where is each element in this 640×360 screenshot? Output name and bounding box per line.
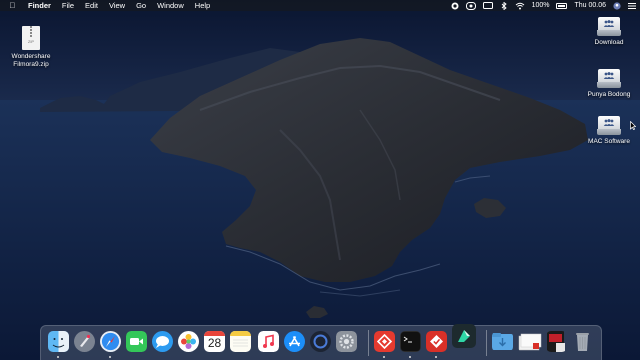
record-icon[interactable] [451, 2, 459, 10]
network-drive-icon [597, 67, 621, 89]
trash-icon[interactable] [572, 331, 593, 352]
clock[interactable]: Thu 00.06 [574, 0, 606, 11]
gear-icon[interactable] [336, 331, 357, 352]
launchpad-icon[interactable] [74, 331, 95, 352]
calendar-date: 28 [207, 336, 222, 350]
running-indicator [57, 356, 59, 358]
finder-icon[interactable] [48, 331, 69, 352]
calendar-icon[interactable]: 28 [204, 331, 225, 352]
menu-bar:  Finder File Edit View Go Window Help 1… [0, 0, 640, 11]
terminal-icon[interactable] [400, 331, 421, 352]
drive-name: Download [594, 39, 624, 46]
menu-view[interactable]: View [109, 0, 125, 11]
running-indicator [109, 356, 111, 358]
menu-help[interactable]: Help [195, 0, 210, 11]
bluetooth-icon[interactable] [500, 1, 508, 10]
battery-icon[interactable] [556, 2, 568, 9]
media-stack-icon[interactable] [546, 331, 567, 352]
app-store-icon[interactable] [284, 331, 305, 352]
file-name-line-1: Wondershare [11, 53, 51, 60]
display-icon[interactable] [482, 1, 493, 10]
photos-icon[interactable] [178, 331, 199, 352]
file-name-line-2: Filmora9.zip [13, 60, 49, 68]
menu-extras: 100% Thu 00.06 [451, 0, 636, 11]
music-icon[interactable] [258, 331, 279, 352]
desktop-drive-punya-bodong[interactable]: Punya Bodong [584, 67, 634, 99]
menu-go[interactable]: Go [136, 0, 146, 11]
desktop-wallpaper [0, 0, 640, 360]
wifi-icon[interactable] [515, 2, 525, 10]
notes-icon[interactable] [230, 331, 251, 352]
folder-icon[interactable] [492, 331, 513, 352]
red-diamond-check-icon[interactable] [426, 331, 447, 352]
dark-circle-icon[interactable] [310, 331, 331, 352]
menu-window[interactable]: Window [157, 0, 184, 11]
running-indicator [409, 356, 411, 358]
red-diamond-icon[interactable] [374, 331, 395, 352]
screen-share-icon[interactable] [465, 1, 476, 10]
mouse-cursor-icon [630, 121, 636, 130]
running-indicator [435, 356, 437, 358]
network-drive-icon [597, 15, 621, 37]
menu-file[interactable]: File [62, 0, 74, 11]
safari-icon[interactable] [100, 331, 121, 352]
facetime-icon[interactable] [126, 331, 147, 352]
user-avatar-icon[interactable] [613, 1, 621, 10]
notification-center-icon[interactable] [628, 2, 636, 10]
app-menu-finder[interactable]: Finder [28, 0, 51, 11]
menu-edit[interactable]: Edit [85, 0, 98, 11]
network-drive-icon [597, 114, 621, 136]
image-stack-icon[interactable] [518, 331, 542, 352]
apple-menu-icon[interactable]:  [6, 0, 19, 11]
messages-icon[interactable] [152, 331, 173, 352]
desktop-drive-download[interactable]: Download [586, 15, 632, 47]
running-indicator [383, 356, 385, 358]
zip-archive-icon: ZIP [22, 26, 40, 50]
drive-name: MAC Software [588, 138, 630, 145]
filmora-icon[interactable] [452, 324, 476, 348]
dock-separator [368, 330, 369, 356]
drive-name: Punya Bodong [587, 91, 631, 98]
dock-separator [486, 330, 487, 356]
battery-percent: 100% [531, 2, 550, 9]
desktop-drive-mac-software[interactable]: MAC Software [584, 114, 634, 146]
desktop-file-zip[interactable]: ZIP Wondershare Filmora9.zip [8, 26, 54, 68]
